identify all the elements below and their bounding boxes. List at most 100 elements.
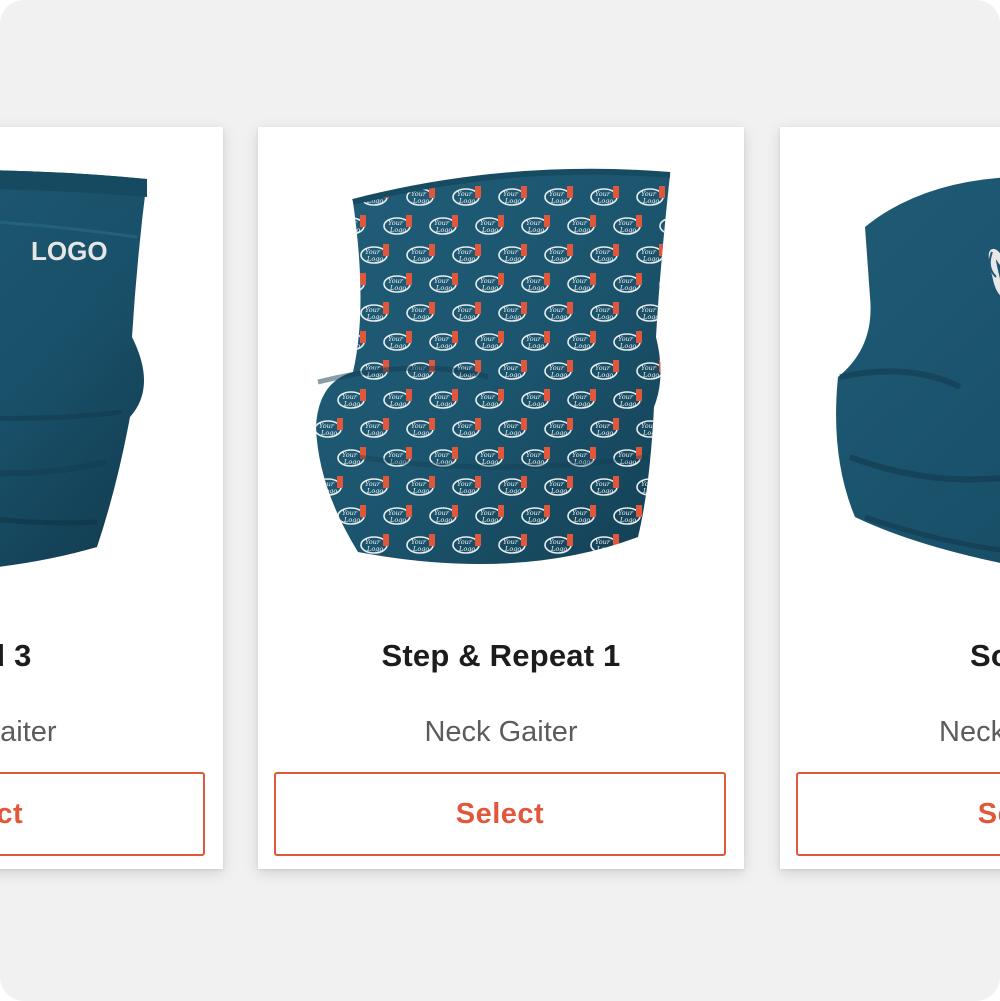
svg-text:Logo: Logo bbox=[320, 429, 337, 437]
svg-text:Logo: Logo bbox=[389, 516, 406, 524]
svg-text:Logo: Logo bbox=[550, 487, 567, 495]
product-title: Solid 1 bbox=[970, 638, 1000, 673]
svg-text:Logo: Logo bbox=[412, 429, 429, 437]
svg-text:Logo: Logo bbox=[688, 545, 705, 553]
select-button[interactable]: Select bbox=[0, 772, 205, 856]
svg-text:Logo: Logo bbox=[389, 342, 406, 350]
pattern-logo-mark: YourLogo bbox=[683, 534, 711, 553]
product-card[interactable]: Solid 1 Neck Gaiter Select bbox=[780, 127, 1000, 869]
svg-text:Logo: Logo bbox=[366, 545, 383, 553]
pattern-logo-mark: YourLogo bbox=[683, 360, 711, 379]
svg-text:Your: Your bbox=[319, 306, 335, 314]
svg-text:Logo: Logo bbox=[458, 255, 475, 263]
pattern-logo-mark: YourLogo bbox=[683, 302, 711, 321]
pattern-logo-mark: YourLogo bbox=[706, 505, 734, 524]
svg-text:Logo: Logo bbox=[711, 400, 728, 408]
svg-text:Logo: Logo bbox=[642, 487, 659, 495]
svg-text:Logo: Logo bbox=[596, 545, 613, 553]
pattern-logo-mark: YourLogo bbox=[659, 507, 682, 525]
svg-text:Logo: Logo bbox=[481, 226, 498, 234]
svg-text:Logo: Logo bbox=[665, 284, 682, 292]
svg-text:Logo: Logo bbox=[435, 342, 452, 350]
svg-text:Logo: Logo bbox=[573, 516, 590, 524]
svg-text:Logo: Logo bbox=[527, 400, 544, 408]
svg-text:Logo: Logo bbox=[458, 429, 475, 437]
svg-text:Logo: Logo bbox=[412, 197, 429, 205]
svg-text:Your: Your bbox=[664, 277, 680, 285]
svg-text:Your: Your bbox=[687, 364, 703, 372]
svg-text:Logo: Logo bbox=[412, 255, 429, 263]
svg-text:Your: Your bbox=[710, 509, 726, 517]
pattern-logo-mark: YourLogo bbox=[683, 186, 711, 205]
svg-text:Logo: Logo bbox=[550, 545, 567, 553]
svg-text:Logo: Logo bbox=[665, 516, 682, 524]
product-card[interactable]: Your Logo Your Logo Your Logo Your Logo Your Logo… bbox=[258, 127, 744, 869]
svg-text:Logo: Logo bbox=[642, 197, 659, 205]
svg-text:Logo: Logo bbox=[596, 313, 613, 321]
svg-text:Logo: Logo bbox=[619, 284, 636, 292]
logo-print-text: LOGO bbox=[31, 236, 108, 266]
svg-text:Logo: Logo bbox=[343, 284, 360, 292]
svg-text:Logo: Logo bbox=[711, 516, 728, 524]
svg-text:Your: Your bbox=[710, 277, 726, 285]
pattern-logo-mark: YourLogo bbox=[316, 476, 343, 496]
svg-text:Logo: Logo bbox=[596, 197, 613, 205]
pattern-logo-mark: YourLogo bbox=[706, 331, 734, 350]
select-button[interactable]: Select bbox=[796, 772, 1000, 856]
svg-text:Logo: Logo bbox=[366, 255, 383, 263]
svg-text:Logo: Logo bbox=[458, 487, 475, 495]
svg-text:Logo: Logo bbox=[389, 284, 406, 292]
svg-text:Logo: Logo bbox=[320, 313, 337, 321]
svg-text:Logo: Logo bbox=[596, 487, 613, 495]
svg-text:Logo: Logo bbox=[435, 400, 452, 408]
svg-text:Logo: Logo bbox=[412, 313, 429, 321]
svg-text:Logo: Logo bbox=[711, 342, 728, 350]
svg-text:Your: Your bbox=[319, 248, 335, 256]
select-button[interactable]: Select bbox=[274, 772, 726, 856]
svg-text:Logo: Logo bbox=[573, 284, 590, 292]
product-title: Step & Repeat 1 bbox=[381, 638, 621, 673]
svg-text:Logo: Logo bbox=[642, 371, 659, 379]
svg-text:Logo: Logo bbox=[504, 371, 521, 379]
svg-text:Your: Your bbox=[319, 190, 335, 198]
svg-text:Your: Your bbox=[664, 335, 680, 343]
svg-text:Logo: Logo bbox=[596, 371, 613, 379]
product-card[interactable]: LOGO Solid 3 Neck Gaiter Select bbox=[0, 127, 223, 869]
svg-text:Your: Your bbox=[687, 190, 703, 198]
product-title: Solid 3 bbox=[0, 638, 32, 673]
svg-text:Logo: Logo bbox=[481, 342, 498, 350]
svg-text:Logo: Logo bbox=[527, 284, 544, 292]
svg-text:Logo: Logo bbox=[504, 313, 521, 321]
svg-text:Your: Your bbox=[664, 451, 680, 459]
svg-text:Logo: Logo bbox=[688, 487, 705, 495]
svg-text:Logo: Logo bbox=[619, 400, 636, 408]
svg-text:Logo: Logo bbox=[435, 516, 452, 524]
product-carousel: LOGO Solid 3 Neck Gaiter Select bbox=[0, 0, 1000, 1001]
svg-text:Logo: Logo bbox=[665, 400, 682, 408]
svg-text:Logo: Logo bbox=[481, 400, 498, 408]
pattern-logo-mark: YourLogo bbox=[706, 273, 734, 292]
pattern-logo-mark: YourLogo bbox=[337, 273, 366, 293]
pattern-logo-mark: YourLogo bbox=[683, 476, 711, 495]
svg-text:Logo: Logo bbox=[389, 400, 406, 408]
svg-text:Logo: Logo bbox=[642, 255, 659, 263]
svg-text:Your: Your bbox=[664, 509, 680, 517]
svg-text:Logo: Logo bbox=[481, 284, 498, 292]
svg-text:Logo: Logo bbox=[343, 226, 360, 234]
svg-text:Your: Your bbox=[687, 248, 703, 256]
svg-text:Logo: Logo bbox=[665, 342, 682, 350]
svg-text:Your: Your bbox=[664, 219, 680, 227]
pattern-logo-mark: YourLogo bbox=[659, 275, 682, 293]
pattern-logo-mark: YourLogo bbox=[316, 302, 343, 322]
svg-text:Logo: Logo bbox=[665, 458, 682, 466]
svg-text:Logo: Logo bbox=[596, 255, 613, 263]
svg-text:Logo: Logo bbox=[458, 197, 475, 205]
svg-text:Logo: Logo bbox=[389, 226, 406, 234]
svg-text:Logo: Logo bbox=[435, 226, 452, 234]
svg-text:Your: Your bbox=[687, 538, 703, 546]
svg-text:Logo: Logo bbox=[458, 313, 475, 321]
svg-text:Logo: Logo bbox=[504, 255, 521, 263]
svg-text:Logo: Logo bbox=[412, 487, 429, 495]
svg-text:Logo: Logo bbox=[504, 197, 521, 205]
svg-text:Logo: Logo bbox=[320, 255, 337, 263]
